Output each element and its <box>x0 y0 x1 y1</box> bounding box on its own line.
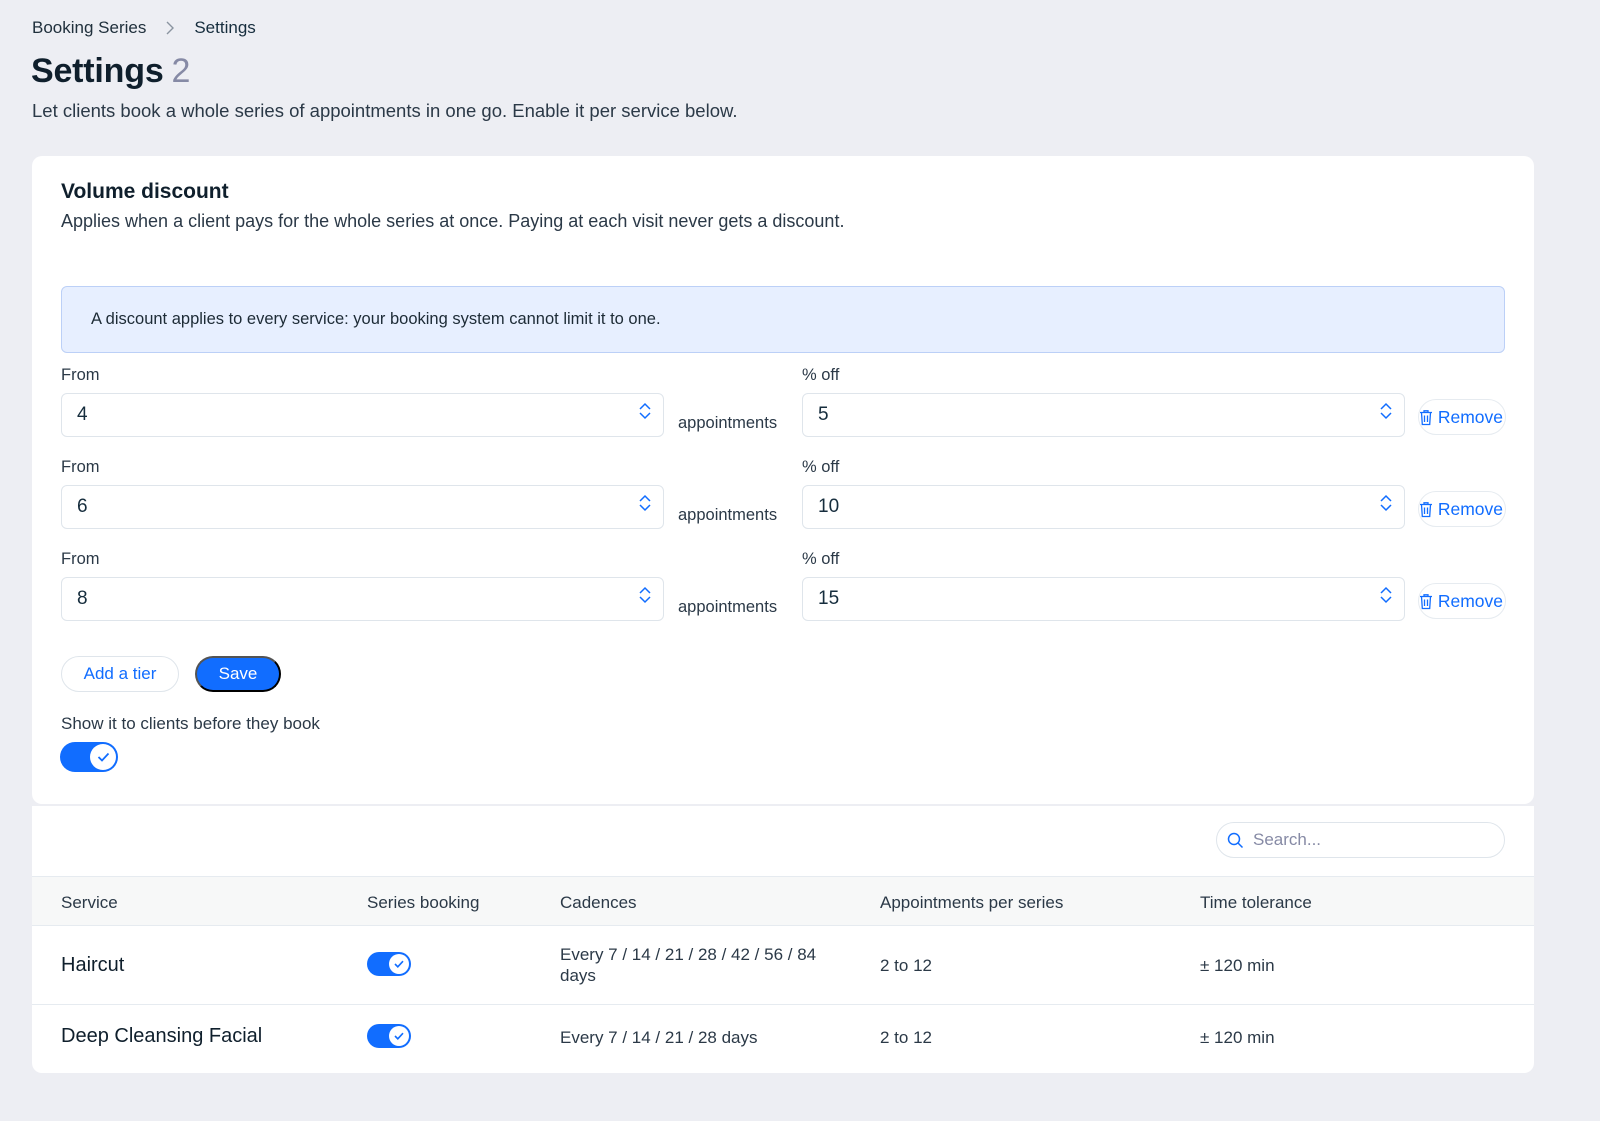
discount-tier: From % off 8 appointments 15 Remove <box>61 550 1506 630</box>
percent-off-input[interactable]: 10 <box>802 485 1405 529</box>
remove-tier-button[interactable]: Remove <box>1418 399 1506 435</box>
from-label: From <box>61 366 100 384</box>
column-header-time-tolerance[interactable]: Time tolerance <box>1200 893 1312 913</box>
remove-tier-button[interactable]: Remove <box>1418 583 1506 619</box>
table-header: Service Series booking Cadences Appointm… <box>32 876 1534 926</box>
appointments-unit-label: appointments <box>678 414 778 432</box>
column-header-appointments[interactable]: Appointments per series <box>880 893 1063 913</box>
info-notice-text: A discount applies to every service: you… <box>91 310 661 328</box>
cadences-value: Every 7 / 14 / 21 / 28 days <box>560 1028 758 1047</box>
breadcrumb-current: Settings <box>194 18 256 37</box>
column-header-service[interactable]: Service <box>61 893 118 913</box>
page-title-text: Settings <box>31 52 164 90</box>
service-name: Deep Cleansing Facial <box>61 1025 263 1047</box>
cadences-value: Every 7 / 14 / 21 / 28 / 42 / 56 / 84 da… <box>560 945 817 985</box>
page-title: Settings 2 <box>31 52 190 91</box>
toggle-knob <box>90 744 116 770</box>
chevron-up-icon <box>639 402 651 410</box>
volume-discount-title: Volume discount <box>61 180 229 203</box>
show-to-clients-toggle[interactable] <box>60 742 118 772</box>
percent-off-label: % off <box>802 458 840 476</box>
percent-off-label: % off <box>802 366 840 384</box>
time-tolerance-value: ± 120 min <box>1200 956 1275 975</box>
save-button[interactable]: Save <box>195 656 281 692</box>
page-title-count: 2 <box>171 52 191 90</box>
chevron-right-icon <box>166 21 175 35</box>
from-value: 4 <box>77 404 88 425</box>
chevron-down-icon <box>1380 504 1392 512</box>
check-icon <box>394 960 404 968</box>
breadcrumb: Booking Series Settings <box>32 18 256 38</box>
trash-icon <box>1420 594 1432 610</box>
search-input[interactable]: Search... <box>1216 822 1505 858</box>
chevron-up-icon <box>1380 402 1392 410</box>
check-icon <box>394 1032 404 1040</box>
toggle-knob <box>389 954 409 974</box>
check-icon <box>97 752 109 762</box>
info-notice: A discount applies to every service: you… <box>61 286 1505 353</box>
add-tier-button[interactable]: Add a tier <box>61 656 179 692</box>
chevron-down-icon <box>639 596 651 604</box>
from-value: 6 <box>77 496 88 517</box>
table-row[interactable]: Haircut Every 7 / 14 / 21 / 28 / 42 / 56… <box>32 926 1534 1005</box>
percent-off-label: % off <box>802 550 840 568</box>
chevron-down-icon <box>639 504 651 512</box>
page: Booking Series Settings Settings 2 Let cl… <box>0 0 1600 1121</box>
time-tolerance-value: ± 120 min <box>1200 1028 1275 1047</box>
from-input[interactable]: 6 <box>61 485 664 529</box>
series-booking-toggle[interactable] <box>367 1024 411 1048</box>
from-input[interactable]: 4 <box>61 393 664 437</box>
chevron-down-icon <box>1380 596 1392 604</box>
search-icon <box>1227 832 1244 849</box>
remove-label: Remove <box>1437 406 1503 427</box>
discount-tier: From % off 4 appointments 5 Remove <box>61 366 1506 446</box>
series-booking-toggle[interactable] <box>367 952 411 976</box>
volume-discount-description: Applies when a client pays for the whole… <box>61 211 845 231</box>
chevron-up-icon <box>1380 494 1392 502</box>
from-input[interactable]: 8 <box>61 577 664 621</box>
from-value: 8 <box>77 588 88 609</box>
page-subtitle: Let clients book a whole series of appoi… <box>32 100 738 121</box>
chevron-down-icon <box>639 412 651 420</box>
percent-off-value: 15 <box>818 588 840 609</box>
number-stepper[interactable] <box>1380 494 1392 512</box>
appointments-unit-label: appointments <box>678 506 778 524</box>
search-placeholder: Search... <box>1253 830 1322 849</box>
chevron-up-icon <box>639 494 651 502</box>
table-row[interactable]: Deep Cleansing Facial Every 7 / 14 / 21 … <box>32 1005 1534 1073</box>
from-label: From <box>61 550 100 568</box>
show-to-clients-label: Show it to clients before they book <box>61 714 320 733</box>
number-stepper[interactable] <box>1380 586 1392 604</box>
percent-off-value: 10 <box>818 496 840 517</box>
remove-label: Remove <box>1437 590 1503 611</box>
appointments-value: 2 to 12 <box>880 956 932 975</box>
number-stepper[interactable] <box>639 586 651 604</box>
remove-tier-button[interactable]: Remove <box>1418 491 1506 527</box>
appointments-unit-label: appointments <box>678 598 778 616</box>
number-stepper[interactable] <box>639 494 651 512</box>
percent-off-input[interactable]: 5 <box>802 393 1405 437</box>
remove-label: Remove <box>1437 498 1503 519</box>
appointments-value: 2 to 12 <box>880 1028 932 1047</box>
volume-discount-card: Volume discount Applies when a client pa… <box>32 156 1534 804</box>
chevron-down-icon <box>1380 412 1392 420</box>
column-header-cadences[interactable]: Cadences <box>560 893 637 913</box>
number-stepper[interactable] <box>639 402 651 420</box>
trash-icon <box>1420 410 1432 426</box>
number-stepper[interactable] <box>1380 402 1392 420</box>
trash-icon <box>1420 502 1432 518</box>
column-header-series-booking[interactable]: Series booking <box>367 893 479 913</box>
chevron-up-icon <box>1380 586 1392 594</box>
breadcrumb-parent[interactable]: Booking Series <box>32 18 146 38</box>
percent-off-input[interactable]: 15 <box>802 577 1405 621</box>
toggle-knob <box>389 1026 409 1046</box>
chevron-up-icon <box>639 586 651 594</box>
from-label: From <box>61 458 100 476</box>
discount-tier: From % off 6 appointments 10 Remove <box>61 458 1506 538</box>
services-table-card: Search... Service Series booking Cadence… <box>32 806 1534 1073</box>
service-name: Haircut <box>61 954 125 976</box>
percent-off-value: 5 <box>818 404 829 425</box>
